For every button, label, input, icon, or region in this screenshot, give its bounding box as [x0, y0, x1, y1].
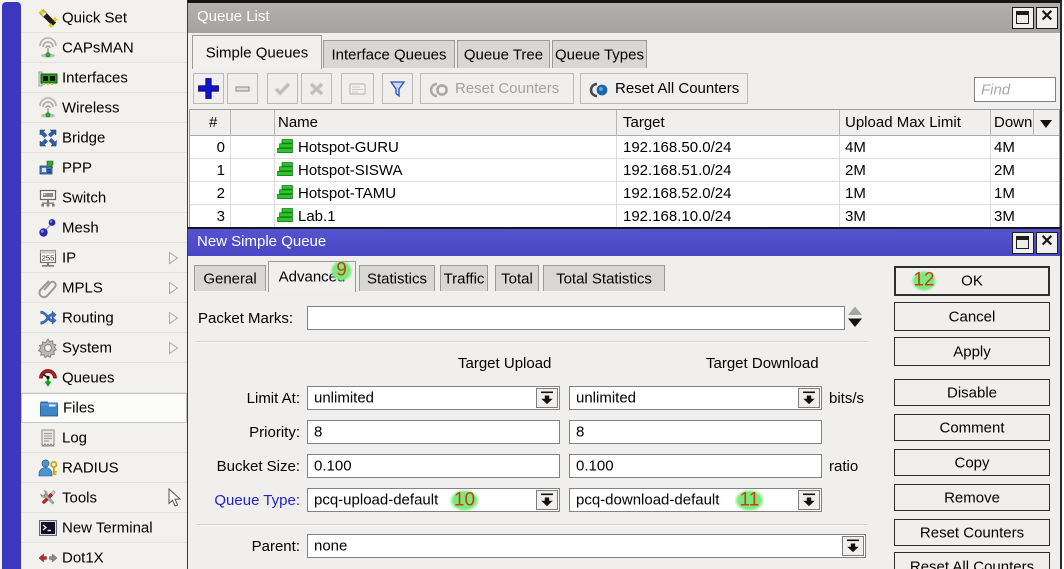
svg-text:255: 255 [42, 253, 55, 262]
